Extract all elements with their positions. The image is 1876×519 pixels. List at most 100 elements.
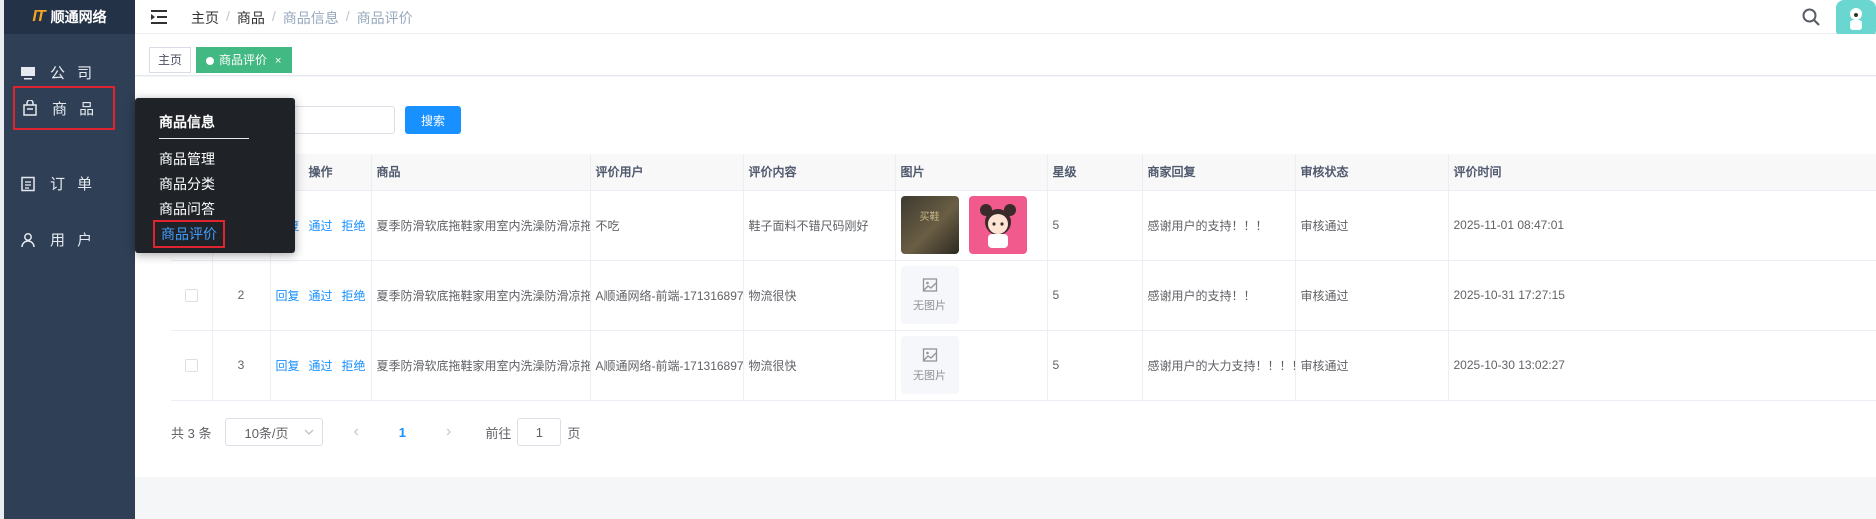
no-image-text: 无图片 xyxy=(913,370,946,382)
row-checkbox-cell xyxy=(171,260,213,331)
top-header: 主页 / 商品 / 商品信息 / 商品评价 xyxy=(135,0,1876,38)
table-row: 回复通过拒绝 夏季防滑软底拖鞋家用室内洗澡防滑凉拖男 不吃 鞋子面料不错尺码刚好… xyxy=(171,190,1876,261)
row-reply: 感谢用户的支持！！ xyxy=(1142,260,1296,331)
breadcrumb-product-info: 商品信息 xyxy=(282,10,339,26)
row-reply: 感谢用户的支持！！！ xyxy=(1142,190,1296,261)
row-time: 2025-10-31 17:27:15 xyxy=(1448,260,1876,331)
row-status: 审核通过 xyxy=(1295,330,1449,401)
submenu-item-product-qa[interactable]: 商品问答 xyxy=(159,199,215,219)
reject-link[interactable]: 拒绝 xyxy=(342,359,366,373)
sidebar-item-company[interactable]: 公 司 xyxy=(20,62,96,83)
submenu-item-product-management[interactable]: 商品管理 xyxy=(159,149,215,169)
page-size-value: 10条/页 xyxy=(244,425,289,441)
row-user: A顺通网络-前端-17131689763 xyxy=(590,260,744,331)
pagination: 共 3 条 10条/页 ‹ 1 › 前往 1 页 xyxy=(171,418,580,446)
breadcrumb-home[interactable]: 主页 xyxy=(191,8,219,28)
tags-view: 主页 商品评价 × xyxy=(135,34,1876,76)
reviews-table: 操作 商品 评价用户 评价内容 图片 星级 商家回复 审核状态 评价时间 回复通… xyxy=(171,154,1876,401)
breadcrumb-separator: / xyxy=(226,8,230,24)
col-images: 图片 xyxy=(895,154,1048,191)
close-icon[interactable]: × xyxy=(275,55,281,67)
sidebar-edge xyxy=(0,0,4,519)
goto-page-input[interactable]: 1 xyxy=(517,418,562,446)
approve-link[interactable]: 通过 xyxy=(309,359,333,373)
no-image-placeholder: 无图片 xyxy=(900,266,959,324)
logo[interactable]: IT 顺通网络 xyxy=(4,0,135,34)
row-images: 买鞋 xyxy=(895,190,1048,261)
table-row: 2 回复 通过 拒绝 夏季防滑软底拖鞋家用室内洗澡防滑凉拖男 A顺通网络-前端-17… xyxy=(171,260,1876,331)
submenu-title: 商品信息 xyxy=(159,114,215,130)
row-content: 鞋子面料不错尺码刚好 xyxy=(743,190,896,261)
submenu-item-product-reviews[interactable]: 商品评价 xyxy=(153,220,225,248)
row-checkbox[interactable] xyxy=(184,359,198,373)
row-content: 物流很快 xyxy=(743,330,896,401)
image-icon xyxy=(922,348,937,362)
col-review-time: 评价时间 xyxy=(1448,154,1876,191)
search-input[interactable] xyxy=(293,106,395,134)
reject-link[interactable]: 拒绝 xyxy=(342,289,366,303)
breadcrumb-separator: / xyxy=(271,8,276,24)
row-actions: 回复通过拒绝 xyxy=(270,330,372,401)
reject-link[interactable]: 拒绝 xyxy=(342,219,366,233)
reply-link[interactable]: 回复 xyxy=(276,359,300,373)
row-time: 2025-11-01 08:47:01 xyxy=(1448,190,1876,261)
search-icon[interactable] xyxy=(1801,7,1821,27)
approve-link[interactable]: 通过 xyxy=(309,219,333,233)
row-time: 2025-10-30 13:02:27 xyxy=(1448,330,1876,401)
row-status: 审核通过 xyxy=(1295,190,1449,261)
row-stars: 5 xyxy=(1047,330,1143,401)
review-photo-caption: 买鞋 xyxy=(919,212,940,223)
breadcrumb-products[interactable]: 商品 xyxy=(237,8,265,28)
no-image-text: 无图片 xyxy=(913,300,946,312)
sidebar-item-products[interactable]: 商 品 xyxy=(13,86,115,130)
row-product: 夏季防滑软底拖鞋家用室内洗澡防滑凉拖男 xyxy=(371,260,591,331)
monitor-icon xyxy=(21,66,35,79)
row-product: 夏季防滑软底拖鞋家用室内洗澡防滑凉拖男 xyxy=(371,190,591,261)
sidebar: IT 顺通网络 公 司 商 品 订 单 用 户 xyxy=(0,0,135,519)
page-size-select[interactable]: 10条/页 xyxy=(225,418,324,446)
approve-link[interactable]: 通过 xyxy=(309,289,333,303)
row-stars: 5 xyxy=(1047,190,1143,261)
sidebar-item-label: 用 户 xyxy=(50,232,97,249)
tag-home[interactable]: 主页 xyxy=(149,47,192,73)
bag-icon xyxy=(23,100,37,116)
sidebar-item-label: 订 单 xyxy=(50,176,97,193)
chevron-down-icon xyxy=(304,429,314,435)
review-photo[interactable]: 买鞋 xyxy=(900,196,959,254)
row-id: 3 xyxy=(212,330,271,401)
page-number-1[interactable]: 1 xyxy=(399,425,406,440)
search-button[interactable]: 搜索 xyxy=(405,106,461,134)
total-count: 共 3 条 xyxy=(171,425,212,441)
col-product: 商品 xyxy=(371,154,591,191)
tag-product-reviews[interactable]: 商品评价 × xyxy=(196,47,293,73)
next-page-button[interactable]: › xyxy=(446,423,451,441)
main-content: 搜索 操作 商品 评价用户 评价内容 图片 星级 商家回复 审核状态 评价时间 xyxy=(135,77,1876,477)
row-checkbox[interactable] xyxy=(184,289,198,303)
sidebar-item-orders[interactable]: 订 单 xyxy=(20,173,96,194)
row-product: 夏季防滑软底拖鞋家用室内洗澡防滑凉拖男 xyxy=(371,330,591,401)
prev-page-button[interactable]: ‹ xyxy=(353,423,358,441)
logo-mark: IT xyxy=(32,8,45,25)
no-image-placeholder: 无图片 xyxy=(900,336,959,394)
brand-name: 顺通网络 xyxy=(50,9,107,25)
row-status: 审核通过 xyxy=(1295,260,1449,331)
page-suffix: 页 xyxy=(567,425,581,441)
hamburger-icon[interactable] xyxy=(149,7,169,27)
breadcrumb-separator: / xyxy=(345,8,350,24)
table-header-row: 操作 商品 评价用户 评价内容 图片 星级 商家回复 审核状态 评价时间 xyxy=(171,154,1876,191)
submenu-item-product-category[interactable]: 商品分类 xyxy=(159,174,215,194)
avatar[interactable] xyxy=(1836,0,1876,38)
breadcrumb: 主页 / 商品 / 商品信息 / 商品评价 xyxy=(191,8,413,28)
sidebar-item-label: 商 品 xyxy=(52,100,99,118)
table-row: 3 回复 通过 拒绝 夏季防滑软底拖鞋家用室内洗澡防滑凉拖男 A顺通网络-前端-17… xyxy=(171,330,1876,401)
row-user: 不吃 xyxy=(590,190,744,261)
row-images: 无图片 xyxy=(895,330,1048,401)
cartoon-girl-icon xyxy=(979,204,1016,248)
row-id: 2 xyxy=(212,260,271,331)
row-images: 无图片 xyxy=(895,260,1048,331)
breadcrumb-current: 商品评价 xyxy=(356,10,413,26)
col-stars: 星级 xyxy=(1047,154,1143,191)
sidebar-item-users[interactable]: 用 户 xyxy=(20,229,96,250)
review-cartoon-image[interactable] xyxy=(968,196,1027,254)
reply-link[interactable]: 回复 xyxy=(276,289,300,303)
